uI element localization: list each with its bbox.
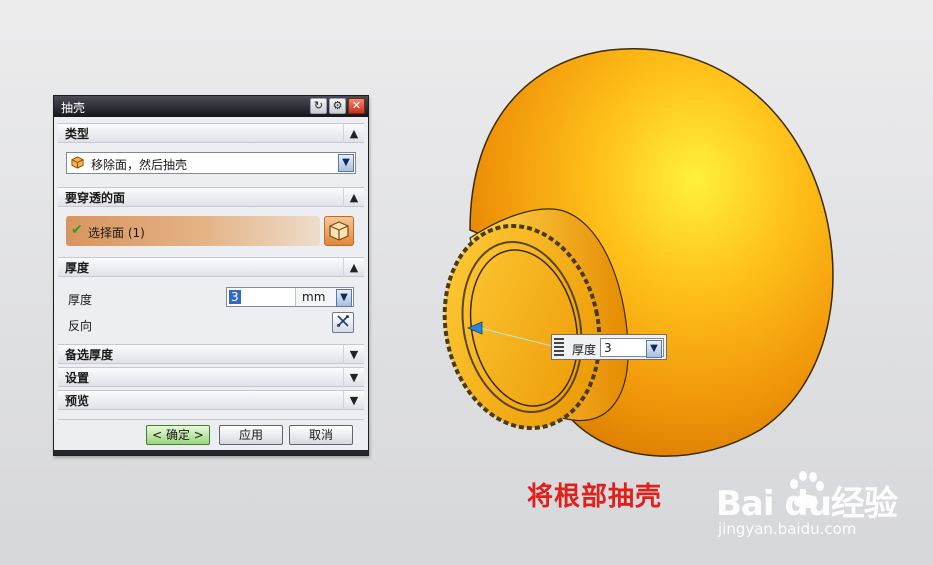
reverse-direction-button[interactable] [332,312,354,333]
section-type-header[interactable]: 类型 ▲ [58,123,364,143]
reverse-direction-icon [337,315,349,327]
chevron-down-icon[interactable]: ▼ [646,340,662,358]
watermark-url: jingyan.baidu.com [718,520,857,538]
drag-handle[interactable] [554,338,564,356]
section-faces-title: 要穿透的面 [65,191,126,205]
thickness-label: 厚度 [68,293,93,307]
caption-text: 将根部抽壳 [527,482,663,512]
shell-dialog: 抽壳 ↻ ⚙ ✕ 类型 ▲ 移除面，然后抽壳 ▼ 要穿透的面 ▲ ✔ 选择面 (… [53,95,369,456]
chevron-up-icon[interactable]: ▲ [343,188,364,207]
section-settings-title: 设置 [65,371,90,385]
dimension-value: 3 [604,341,612,355]
chevron-down-icon[interactable]: ▼ [336,289,352,307]
section-alt-thickness-header[interactable]: 备选厚度 ▼ [58,344,364,364]
reverse-label: 反向 [68,319,93,333]
thickness-input[interactable]: 3 mm ▼ [226,287,354,307]
thickness-value: 3 [229,290,241,304]
chevron-down-icon[interactable]: ▼ [343,345,364,364]
chevron-down-icon[interactable]: ▼ [343,391,364,410]
cube-icon [71,156,84,169]
section-faces-header[interactable]: 要穿透的面 ▲ [58,187,364,207]
chevron-down-icon[interactable]: ▼ [343,368,364,387]
chevron-up-icon[interactable]: ▲ [343,124,364,143]
checkmark-icon: ✔ [71,222,83,238]
chevron-up-icon[interactable]: ▲ [343,258,364,277]
section-thickness-header[interactable]: 厚度 ▲ [58,257,364,277]
section-thickness-title: 厚度 [65,261,90,275]
cube-icon [329,221,349,241]
apply-button[interactable]: 应用 [219,425,283,445]
dialog-bottom-edge [54,450,368,455]
type-combo-value: 移除面，然后抽壳 [91,158,188,172]
section-settings-header[interactable]: 设置 ▼ [58,367,364,387]
chevron-down-icon[interactable]: ▼ [338,154,354,172]
section-alt-thickness-title: 备选厚度 [65,348,114,362]
select-face-label: 选择面 (1) [88,226,145,240]
gear-icon[interactable]: ⚙ [329,98,346,114]
unit-label: mm [302,290,326,304]
ok-button[interactable]: < 确定 > [146,425,210,445]
unit-selector[interactable]: mm [295,288,336,306]
type-combo[interactable]: 移除面，然后抽壳 ▼ [66,152,356,174]
reset-icon[interactable]: ↻ [310,98,327,114]
select-face-button[interactable] [324,216,354,246]
dialog-title: 抽壳 [61,101,86,115]
section-preview-title: 预览 [65,394,90,408]
close-icon[interactable]: ✕ [348,98,365,114]
dialog-titlebar[interactable]: 抽壳 ↻ ⚙ ✕ [54,96,368,117]
cancel-button[interactable]: 取消 [289,425,353,445]
section-preview-header[interactable]: 预览 ▼ [58,390,364,410]
section-type-title: 类型 [65,127,90,141]
dimension-input-box[interactable]: 厚度 3 ▼ [551,334,667,360]
select-face-row[interactable]: ✔ 选择面 (1) [66,216,320,246]
dimension-value-field[interactable]: 3 ▼ [600,338,664,358]
dimension-label: 厚度 [572,343,597,357]
dialog-button-bar: < 确定 > 应用 取消 [58,419,364,448]
paw-icon [790,471,824,508]
